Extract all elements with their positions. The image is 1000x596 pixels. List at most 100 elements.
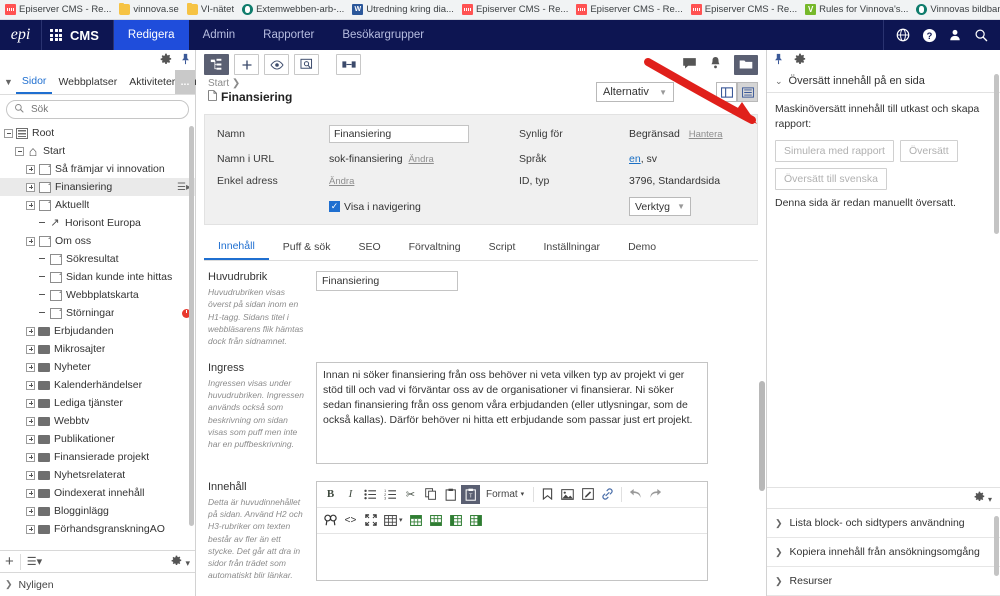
- tree-options-icon[interactable]: ☰▾: [27, 555, 42, 568]
- tree-node[interactable]: Lediga tjänster: [0, 394, 195, 412]
- redo-icon[interactable]: [646, 485, 665, 504]
- tree-scrollbar[interactable]: [189, 126, 194, 526]
- bookmark-item[interactable]: Episerver CMS - Re...: [2, 3, 116, 16]
- show-in-navigation-row[interactable]: ✓ Visa i navigering: [329, 201, 519, 213]
- content-tab-inst-llningar[interactable]: Inställningar: [529, 236, 614, 259]
- global-tab-redigera[interactable]: Redigera: [114, 20, 189, 50]
- bell-icon[interactable]: [709, 56, 722, 73]
- find-replace-icon[interactable]: [321, 511, 340, 530]
- expand-icon[interactable]: [26, 327, 35, 336]
- expand-icon[interactable]: [26, 417, 35, 426]
- table-icon[interactable]: ▾: [381, 511, 406, 530]
- expand-icon[interactable]: [26, 381, 35, 390]
- checkbox-checked-icon[interactable]: ✓: [329, 201, 340, 212]
- tree-node[interactable]: Oindexerat innehåll: [0, 484, 195, 502]
- simulate-report-button[interactable]: Simulera med rapport: [775, 140, 894, 162]
- left-tab-webbplatser[interactable]: Webbplatser: [52, 72, 123, 93]
- expand-icon[interactable]: [26, 453, 35, 462]
- tree-node[interactable]: Sökresultat: [0, 250, 195, 268]
- translate-section-header[interactable]: ⌄ Översätt innehåll på en sida: [767, 70, 1000, 93]
- expand-icon[interactable]: [26, 363, 35, 372]
- search-icon[interactable]: [968, 20, 994, 50]
- fullscreen-icon[interactable]: [361, 511, 380, 530]
- tree-node[interactable]: Nyhetsrelaterat: [0, 466, 195, 484]
- insert-column-icon[interactable]: [427, 511, 446, 530]
- expand-icon[interactable]: [26, 165, 35, 174]
- episerver-logo[interactable]: epi: [0, 20, 42, 50]
- tree-node[interactable]: Sidan kunde inte hittas: [0, 268, 195, 286]
- list-view-icon[interactable]: [737, 82, 758, 102]
- paste-icon[interactable]: [441, 485, 460, 504]
- left-tab-aktiviteter[interactable]: Aktiviteter: [123, 72, 181, 93]
- tree-node[interactable]: Root: [0, 124, 195, 142]
- tree-node[interactable]: Störningar: [0, 304, 195, 322]
- tree-node[interactable]: Om oss: [0, 232, 195, 250]
- globe-icon[interactable]: [890, 20, 916, 50]
- expand-icon[interactable]: [26, 345, 35, 354]
- expand-icon[interactable]: [26, 489, 35, 498]
- bookmark-item[interactable]: VI-nätet: [184, 3, 239, 16]
- paste-as-text-icon[interactable]: T: [461, 485, 480, 504]
- edit-block-icon[interactable]: [578, 485, 597, 504]
- link-icon[interactable]: [598, 485, 617, 504]
- chevron-down-icon[interactable]: ▼: [0, 77, 16, 87]
- cut-icon[interactable]: ✂: [401, 485, 420, 504]
- comment-icon[interactable]: [682, 57, 697, 73]
- add-page-icon[interactable]: +: [5, 553, 14, 570]
- tree-node[interactable]: Nyheter: [0, 358, 195, 376]
- pin-icon[interactable]: [773, 53, 784, 68]
- right-panel-scrollbar[interactable]: [994, 74, 999, 234]
- tree-node-selected[interactable]: Finansiering☰▸: [0, 178, 195, 196]
- name-input[interactable]: [329, 125, 469, 143]
- bookmark-item[interactable]: Rules for Vinnova's...: [802, 3, 913, 16]
- global-tab-admin[interactable]: Admin: [189, 20, 250, 50]
- content-tab-script[interactable]: Script: [475, 236, 530, 259]
- insert-row-icon[interactable]: [407, 511, 426, 530]
- tree-node[interactable]: Erbjudanden: [0, 322, 195, 340]
- huvudrubrik-input[interactable]: [316, 271, 458, 291]
- tree-node[interactable]: Finansierade projekt: [0, 448, 195, 466]
- url-change-link[interactable]: Ändra: [408, 154, 433, 165]
- tree-node[interactable]: Så främjar vi innovation: [0, 160, 195, 178]
- tree-node[interactable]: Webbplatskarta: [0, 286, 195, 304]
- translate-to-swedish-button[interactable]: Översätt till svenska: [775, 168, 887, 190]
- bookmark-item[interactable]: Vinnovas bildbank -...: [913, 3, 1000, 16]
- tree-structure-icon[interactable]: [204, 54, 229, 75]
- content-tab-inneh-ll[interactable]: Innehåll: [204, 235, 269, 260]
- manage-link[interactable]: Hantera: [689, 129, 723, 140]
- app-switcher-icon[interactable]: [42, 20, 70, 50]
- global-tab-besökargrupper[interactable]: Besökargrupper: [328, 20, 438, 50]
- bookmark-item[interactable]: vinnova.se: [116, 3, 183, 16]
- collapse-icon[interactable]: [15, 147, 24, 156]
- content-tab-demo[interactable]: Demo: [614, 236, 670, 259]
- left-tab-sidor[interactable]: Sidor: [16, 71, 53, 94]
- two-column-view-icon[interactable]: [716, 82, 737, 102]
- collapse-icon[interactable]: [4, 129, 13, 138]
- italic-icon[interactable]: I: [341, 485, 360, 504]
- gear-icon[interactable]: [794, 53, 806, 68]
- expand-icon[interactable]: [26, 435, 35, 444]
- bookmark-item[interactable]: Episerver CMS - Re...: [688, 3, 802, 16]
- left-tabs-overflow-button[interactable]: ...: [175, 70, 195, 94]
- copy-icon[interactable]: [421, 485, 440, 504]
- bookmark-item[interactable]: Utredning kring dia...: [349, 3, 459, 16]
- accordion-item[interactable]: ❯Lista block- och sidtypers användning: [767, 509, 1000, 538]
- tree-node[interactable]: Horisont Europa: [0, 214, 195, 232]
- help-icon[interactable]: ?: [916, 20, 942, 50]
- source-code-icon[interactable]: <>: [341, 511, 360, 530]
- numbered-list-icon[interactable]: 123: [381, 485, 400, 504]
- tree-search-box[interactable]: [6, 100, 189, 119]
- tree-node[interactable]: Kalenderhändelser: [0, 376, 195, 394]
- anchor-icon[interactable]: [538, 485, 557, 504]
- image-icon[interactable]: [558, 485, 577, 504]
- user-icon[interactable]: [942, 20, 968, 50]
- tree-node[interactable]: Webbtv: [0, 412, 195, 430]
- tree-settings-icon[interactable]: ▾: [171, 555, 190, 569]
- bullet-list-icon[interactable]: [361, 485, 380, 504]
- recent-section-header[interactable]: ❯ Nyligen: [0, 572, 195, 596]
- bookmark-item[interactable]: Episerver CMS - Re...: [573, 3, 687, 16]
- toggle-panels-icon[interactable]: [336, 54, 361, 75]
- accordion-item[interactable]: ❯Kopiera innehåll från ansökningsomgång: [767, 538, 1000, 567]
- translate-button[interactable]: Översätt: [900, 140, 958, 162]
- bold-icon[interactable]: B: [321, 485, 340, 504]
